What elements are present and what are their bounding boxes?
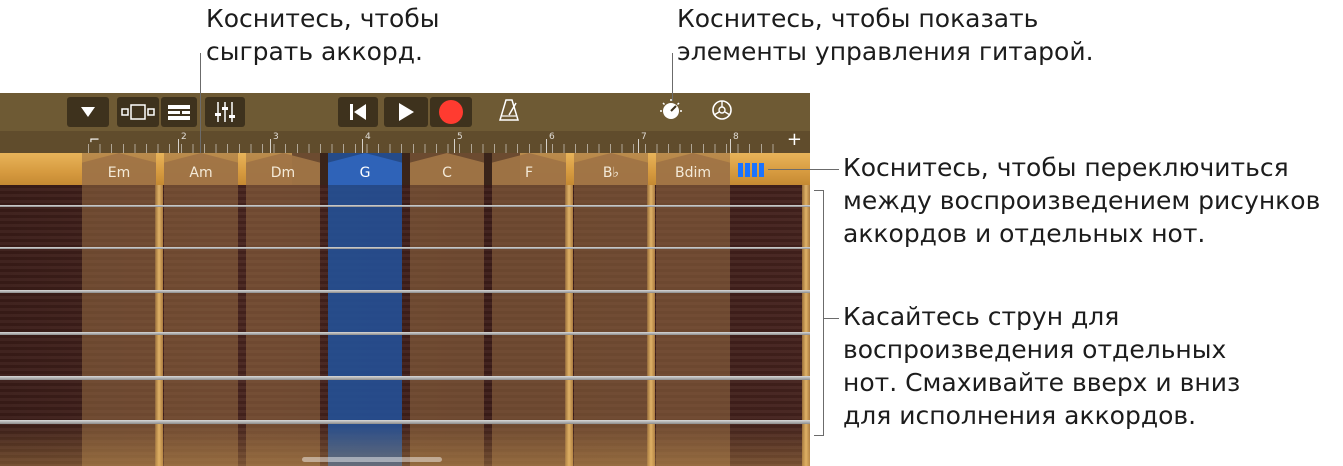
view-toggle-icon — [119, 103, 157, 121]
mixer-icon — [213, 101, 237, 123]
mixer-button[interactable] — [205, 97, 245, 127]
dropdown-icon — [80, 106, 96, 118]
control-bar — [0, 93, 810, 131]
leader-bracket — [823, 190, 824, 436]
play-icon — [397, 102, 415, 122]
callout-guitar-controls: Коснитесь, чтобы показать элементы управ… — [677, 2, 1094, 68]
callout-line: элементы управления гитарой. — [677, 37, 1094, 66]
play-button[interactable] — [384, 97, 428, 127]
ruler-bar-line — [362, 139, 363, 153]
guitar-string[interactable] — [0, 205, 810, 207]
neck-shadow — [292, 153, 520, 185]
callout-line: Коснитесь, чтобы переключиться — [843, 153, 1289, 182]
guitar-controls-icon — [657, 96, 685, 128]
metronome-icon — [498, 99, 520, 125]
view-toggle-button[interactable] — [117, 97, 159, 127]
callout-strings: Касайтесь струн для воспроизведения отде… — [843, 300, 1240, 432]
guitar-string[interactable] — [0, 332, 810, 335]
record-button[interactable] — [430, 97, 472, 127]
ruler-bar-number: 8 — [733, 132, 739, 142]
tracks-view-button[interactable] — [161, 97, 197, 127]
home-indicator[interactable] — [302, 457, 442, 462]
settings-button[interactable] — [706, 97, 738, 127]
ruler-bar-line — [638, 139, 639, 153]
rewind-button[interactable] — [338, 97, 378, 127]
ruler-bar-number: 4 — [365, 132, 371, 142]
ruler-bar-line — [730, 139, 731, 153]
leader-bracket — [814, 435, 824, 436]
leader-bracket — [814, 190, 824, 191]
toggle-bar — [745, 163, 750, 177]
ruler-bar-number: 3 — [273, 132, 279, 142]
chord-label: C — [442, 165, 452, 181]
chord-label: Dm — [270, 165, 296, 181]
settings-icon — [709, 97, 735, 127]
chord-label: Bdim — [674, 165, 712, 181]
chord-label: B♭ — [602, 165, 620, 181]
chord-label: Am — [189, 165, 213, 181]
callout-line: воспроизведения отдельных — [843, 335, 1227, 364]
leader-bracket — [823, 318, 839, 319]
chord-notes-toggle[interactable] — [738, 163, 764, 177]
ruler-ticks — [88, 144, 782, 153]
callout-line: аккордов и отдельных нот. — [843, 219, 1206, 248]
callout-line: Коснитесь, чтобы — [206, 4, 440, 33]
ruler-bar-line — [270, 139, 271, 153]
rewind-icon — [348, 103, 368, 121]
callout-switch-mode: Коснитесь, чтобы переключиться между вос… — [843, 151, 1320, 250]
callout-play-chord: Коснитесь, чтобы сыграть аккорд. — [206, 2, 439, 68]
playhead-marker: ⌐ — [89, 133, 100, 148]
callout-line: Коснитесь, чтобы показать — [677, 4, 1039, 33]
callout-line: сыграть аккорд. — [206, 37, 423, 66]
dropdown-button[interactable] — [67, 97, 109, 127]
add-section-button[interactable]: + — [787, 131, 802, 151]
chord-label: G — [359, 165, 371, 181]
timeline-ruler[interactable]: ⌐ 2 3 4 5 6 7 8 + — [0, 131, 810, 153]
ruler-bar-line — [546, 139, 547, 153]
ruler-bar-number: 2 — [181, 132, 187, 142]
guitar-string[interactable] — [0, 247, 810, 249]
leader-line — [768, 169, 839, 170]
chord-label: Em — [107, 165, 131, 181]
tracks-icon — [167, 103, 191, 121]
guitar-string[interactable] — [0, 290, 810, 293]
callout-line: для исполнения аккордов. — [843, 401, 1197, 430]
metronome-button[interactable] — [494, 97, 524, 127]
guitar-string[interactable] — [0, 376, 810, 380]
ruler-bar-number: 6 — [549, 132, 555, 142]
callout-line: Касайтесь струн для — [843, 302, 1120, 331]
ruler-bar-number: 7 — [641, 132, 647, 142]
ruler-bar-line — [454, 139, 455, 153]
guitar-app: ⌐ 2 3 4 5 6 7 8 + Em Am Dm G C F B♭ Bdim — [0, 93, 810, 466]
callout-line: между воспроизведением рисунков — [843, 186, 1321, 215]
record-icon — [438, 99, 464, 125]
leader-line — [200, 53, 201, 153]
chord-label: F — [524, 165, 534, 181]
ruler-bar-line — [178, 139, 179, 153]
guitar-controls-button[interactable] — [655, 97, 687, 127]
toggle-bar — [759, 163, 764, 177]
toggle-bar — [752, 163, 757, 177]
leader-line — [672, 53, 673, 101]
toggle-bar — [738, 163, 743, 177]
ruler-bar-number: 5 — [457, 132, 463, 142]
callout-line: нот. Смахивайте вверх и вниз — [843, 368, 1241, 397]
